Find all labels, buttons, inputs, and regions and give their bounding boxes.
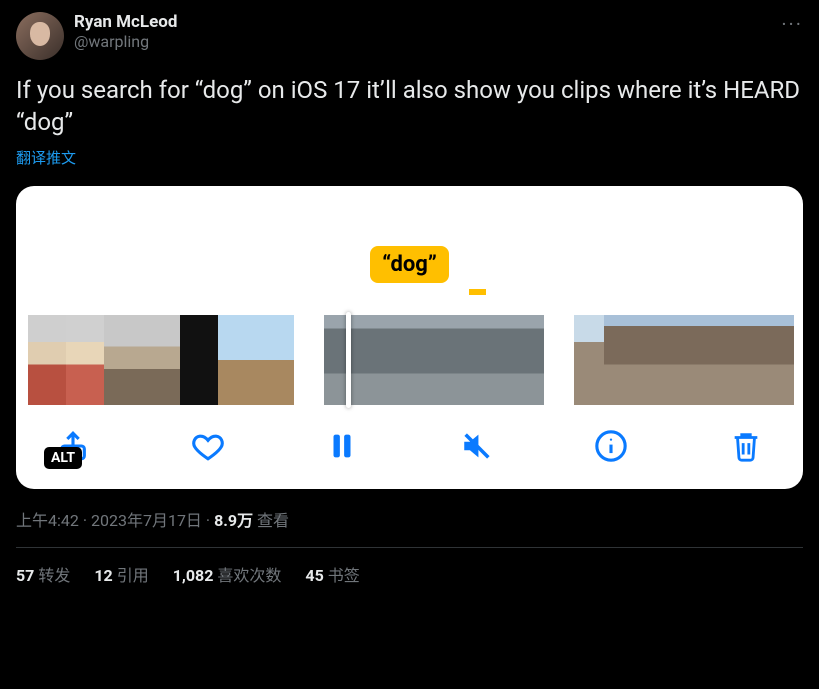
clip-frame <box>104 315 142 405</box>
translate-link[interactable]: 翻译推文 <box>16 147 803 168</box>
clip-frame <box>324 315 379 405</box>
clip-frame <box>180 315 218 405</box>
clip-frame <box>756 315 794 405</box>
clip-frame <box>256 315 294 405</box>
handle: @warpling <box>74 32 803 51</box>
clip-group-2[interactable] <box>324 315 544 405</box>
tweet-time[interactable]: 上午4:42 <box>16 511 79 530</box>
clip-frame <box>142 315 180 405</box>
clip-frame <box>434 315 489 405</box>
views-label: 查看 <box>257 511 289 530</box>
views-count: 8.9万 <box>214 511 253 530</box>
search-bubble-row: “dog” <box>16 246 803 295</box>
quotes-label: 引用 <box>117 566 149 585</box>
clip-group-3[interactable] <box>574 315 794 405</box>
quotes-count: 12 <box>94 566 112 585</box>
bookmarks-count: 45 <box>305 566 323 585</box>
clip-frame <box>604 315 642 405</box>
clip-frame <box>28 315 66 405</box>
timeline-marker <box>469 289 486 295</box>
clip-frame <box>218 315 256 405</box>
clip-frame <box>574 315 604 405</box>
tweet-header: Ryan McLeod @warpling ··· <box>16 12 803 60</box>
display-name: Ryan McLeod <box>74 12 803 32</box>
heart-icon[interactable] <box>191 429 225 463</box>
divider <box>16 547 803 548</box>
alt-badge[interactable]: ALT <box>44 447 82 469</box>
clip-frame <box>379 315 434 405</box>
info-icon[interactable] <box>594 429 628 463</box>
quotes-stat[interactable]: 12 引用 <box>94 562 148 586</box>
video-timeline[interactable] <box>16 315 803 405</box>
clip-frame <box>680 315 718 405</box>
media-card[interactable]: “dog” <box>16 186 803 489</box>
bookmarks-label: 书签 <box>328 566 360 585</box>
tweet-date[interactable]: 2023年7月17日 <box>91 511 202 530</box>
likes-label: 喜欢次数 <box>217 566 281 585</box>
pause-icon[interactable] <box>325 429 359 463</box>
retweets-count: 57 <box>16 566 34 585</box>
tweet-stats: 57转发 12 引用 1,082喜欢次数 45 书签 <box>16 562 803 586</box>
trash-icon[interactable] <box>729 429 763 463</box>
clip-group-1[interactable] <box>28 315 294 405</box>
playhead[interactable] <box>346 312 351 408</box>
clip-frame <box>489 315 544 405</box>
author-block[interactable]: Ryan McLeod @warpling <box>74 12 803 52</box>
more-icon[interactable]: ··· <box>781 12 803 36</box>
bookmarks-stat[interactable]: 45 书签 <box>305 562 359 586</box>
avatar[interactable] <box>16 12 64 60</box>
likes-stat[interactable]: 1,082喜欢次数 <box>173 562 282 586</box>
clip-frame <box>66 315 104 405</box>
clip-frame <box>718 315 756 405</box>
media-controls <box>16 405 803 471</box>
retweets-label: 转发 <box>38 566 70 585</box>
likes-count: 1,082 <box>173 566 214 585</box>
retweets-stat[interactable]: 57转发 <box>16 562 70 586</box>
search-term-bubble: “dog” <box>370 246 449 283</box>
clip-frame <box>642 315 680 405</box>
mute-icon[interactable] <box>460 429 494 463</box>
tweet-container: Ryan McLeod @warpling ··· If you search … <box>0 0 819 598</box>
tweet-text: If you search for “dog” on iOS 17 it’ll … <box>16 74 803 139</box>
tweet-meta: 上午4:42 · 2023年7月17日 · 8.9万 查看 <box>16 507 803 531</box>
